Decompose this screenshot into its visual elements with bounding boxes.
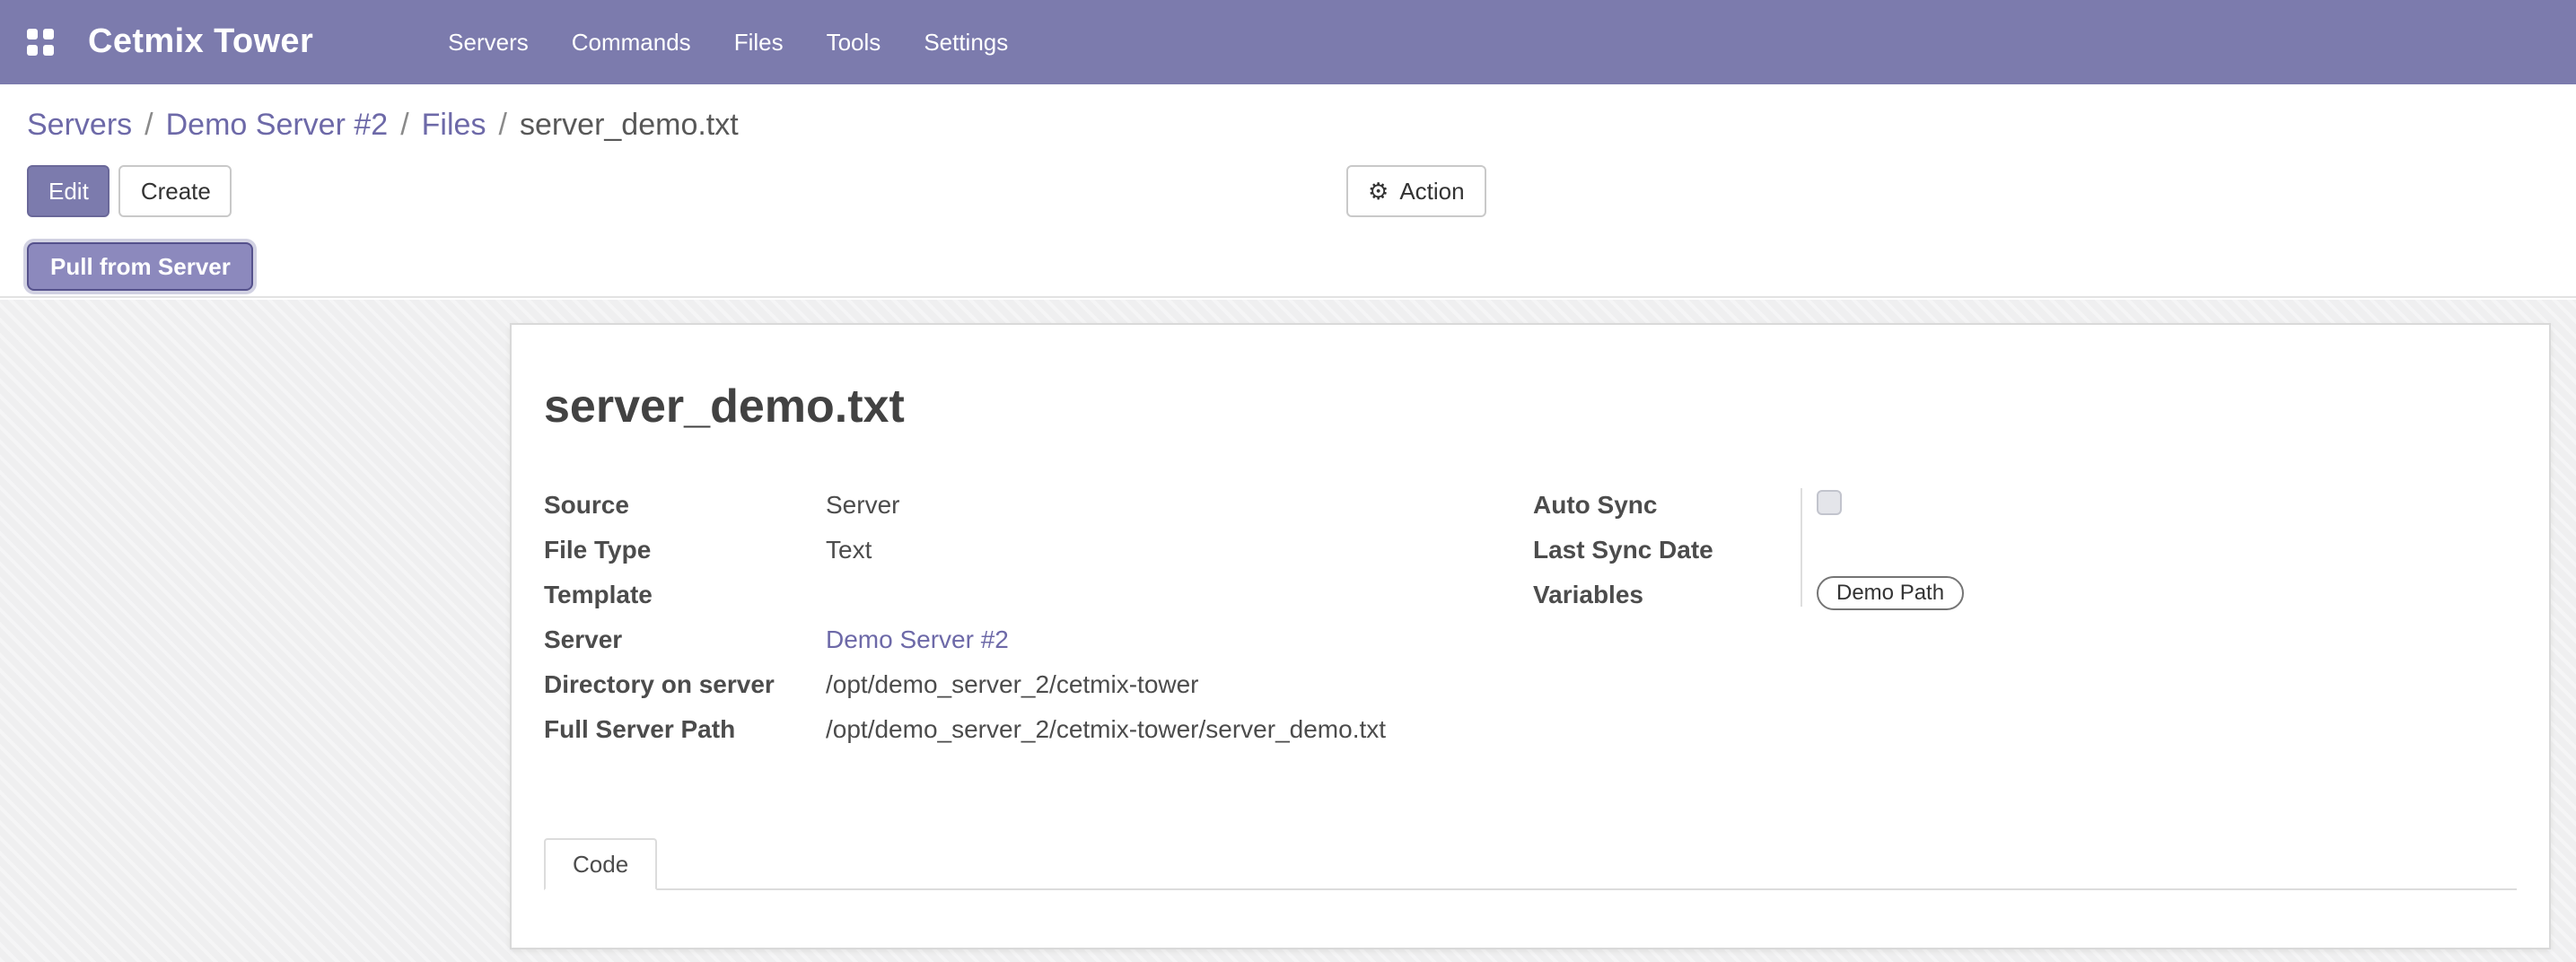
- apps-grid-dot: [27, 45, 38, 56]
- tab-code[interactable]: Code: [544, 838, 657, 890]
- auto-sync-checkbox[interactable]: [1817, 490, 1842, 515]
- nav-item-tools[interactable]: Tools: [805, 0, 903, 84]
- field-row-file-type: File Type Text: [544, 529, 1533, 574]
- breadcrumb-current-file: server_demo.txt: [520, 108, 739, 142]
- field-row-auto-sync: Auto Sync: [1533, 485, 2517, 529]
- field-row-template: Template: [544, 574, 1533, 619]
- field-row-server: Server Demo Server #2: [544, 619, 1533, 664]
- apps-grid-dot: [43, 29, 54, 39]
- content-area: server_demo.txt Source Server File Type …: [0, 300, 2576, 962]
- nav-item-settings[interactable]: Settings: [902, 0, 1030, 84]
- pull-from-server-button[interactable]: Pull from Server: [27, 242, 254, 291]
- field-value-file-type: Text: [826, 529, 872, 567]
- field-label-template: Template: [544, 574, 826, 612]
- field-value-full-path: /opt/demo_server_2/cetmix-tower/server_d…: [826, 709, 1386, 747]
- breadcrumb-servers[interactable]: Servers: [27, 108, 132, 142]
- field-label-source: Source: [544, 485, 826, 522]
- apps-grid-icon[interactable]: [27, 29, 54, 56]
- field-group-left: Source Server File Type Text Template Se…: [544, 485, 1533, 754]
- breadcrumb-separator: /: [388, 108, 421, 142]
- field-group-right: Auto Sync Last Sync Date Variables Demo …: [1533, 485, 2517, 754]
- breadcrumb-demo-server[interactable]: Demo Server #2: [166, 108, 389, 142]
- edit-button[interactable]: Edit: [27, 165, 110, 217]
- app-window: Cetmix Tower Servers Commands Files Tool…: [0, 0, 2576, 962]
- field-row-last-sync: Last Sync Date: [1533, 529, 2517, 574]
- gear-icon: ⚙: [1368, 177, 1389, 206]
- edit-create-button-group: Edit Create: [27, 165, 232, 217]
- breadcrumb-files[interactable]: Files: [422, 108, 486, 142]
- nav-item-servers[interactable]: Servers: [426, 0, 550, 84]
- field-row-directory: Directory on server /opt/demo_server_2/c…: [544, 664, 1533, 709]
- field-label-file-type: File Type: [544, 529, 826, 567]
- field-value-server-link[interactable]: Demo Server #2: [826, 619, 1009, 657]
- field-groups: Source Server File Type Text Template Se…: [544, 485, 2517, 754]
- breadcrumb: Servers/Demo Server #2/Files/server_demo…: [27, 102, 739, 147]
- apps-grid-dot: [27, 29, 38, 39]
- top-navbar: Cetmix Tower Servers Commands Files Tool…: [0, 0, 2576, 84]
- field-value-directory: /opt/demo_server_2/cetmix-tower: [826, 664, 1199, 702]
- field-row-source: Source Server: [544, 485, 1533, 529]
- record-title: server_demo.txt: [544, 379, 2517, 434]
- nav-item-files[interactable]: Files: [713, 0, 805, 84]
- field-label-variables: Variables: [1533, 574, 1817, 612]
- brand-title[interactable]: Cetmix Tower: [88, 22, 313, 62]
- field-row-variables: Variables Demo Path: [1533, 574, 2517, 619]
- field-label-directory: Directory on server: [544, 664, 826, 702]
- apps-grid-dot: [43, 45, 54, 56]
- field-label-auto-sync: Auto Sync: [1533, 485, 1817, 522]
- action-button-label: Action: [1399, 178, 1464, 205]
- field-label-full-path: Full Server Path: [544, 709, 826, 747]
- variable-tag-demo-path[interactable]: Demo Path: [1817, 576, 1964, 610]
- field-row-full-path: Full Server Path /opt/demo_server_2/cetm…: [544, 709, 1533, 754]
- field-value-source: Server: [826, 485, 899, 522]
- tab-strip: Code: [544, 838, 2517, 890]
- notebook: Code: [544, 838, 2517, 890]
- control-panel: Servers/Demo Server #2/Files/server_demo…: [0, 84, 2576, 298]
- navbar-menu: Servers Commands Files Tools Settings: [426, 0, 1030, 84]
- create-button[interactable]: Create: [119, 165, 232, 217]
- action-button[interactable]: ⚙ Action: [1346, 165, 1486, 217]
- breadcrumb-separator: /: [132, 108, 165, 142]
- field-label-last-sync: Last Sync Date: [1533, 529, 1817, 567]
- nav-item-commands[interactable]: Commands: [550, 0, 713, 84]
- field-label-server: Server: [544, 619, 826, 657]
- form-sheet: server_demo.txt Source Server File Type …: [510, 323, 2551, 949]
- vertical-divider: [1801, 488, 1802, 607]
- breadcrumb-separator: /: [486, 108, 519, 142]
